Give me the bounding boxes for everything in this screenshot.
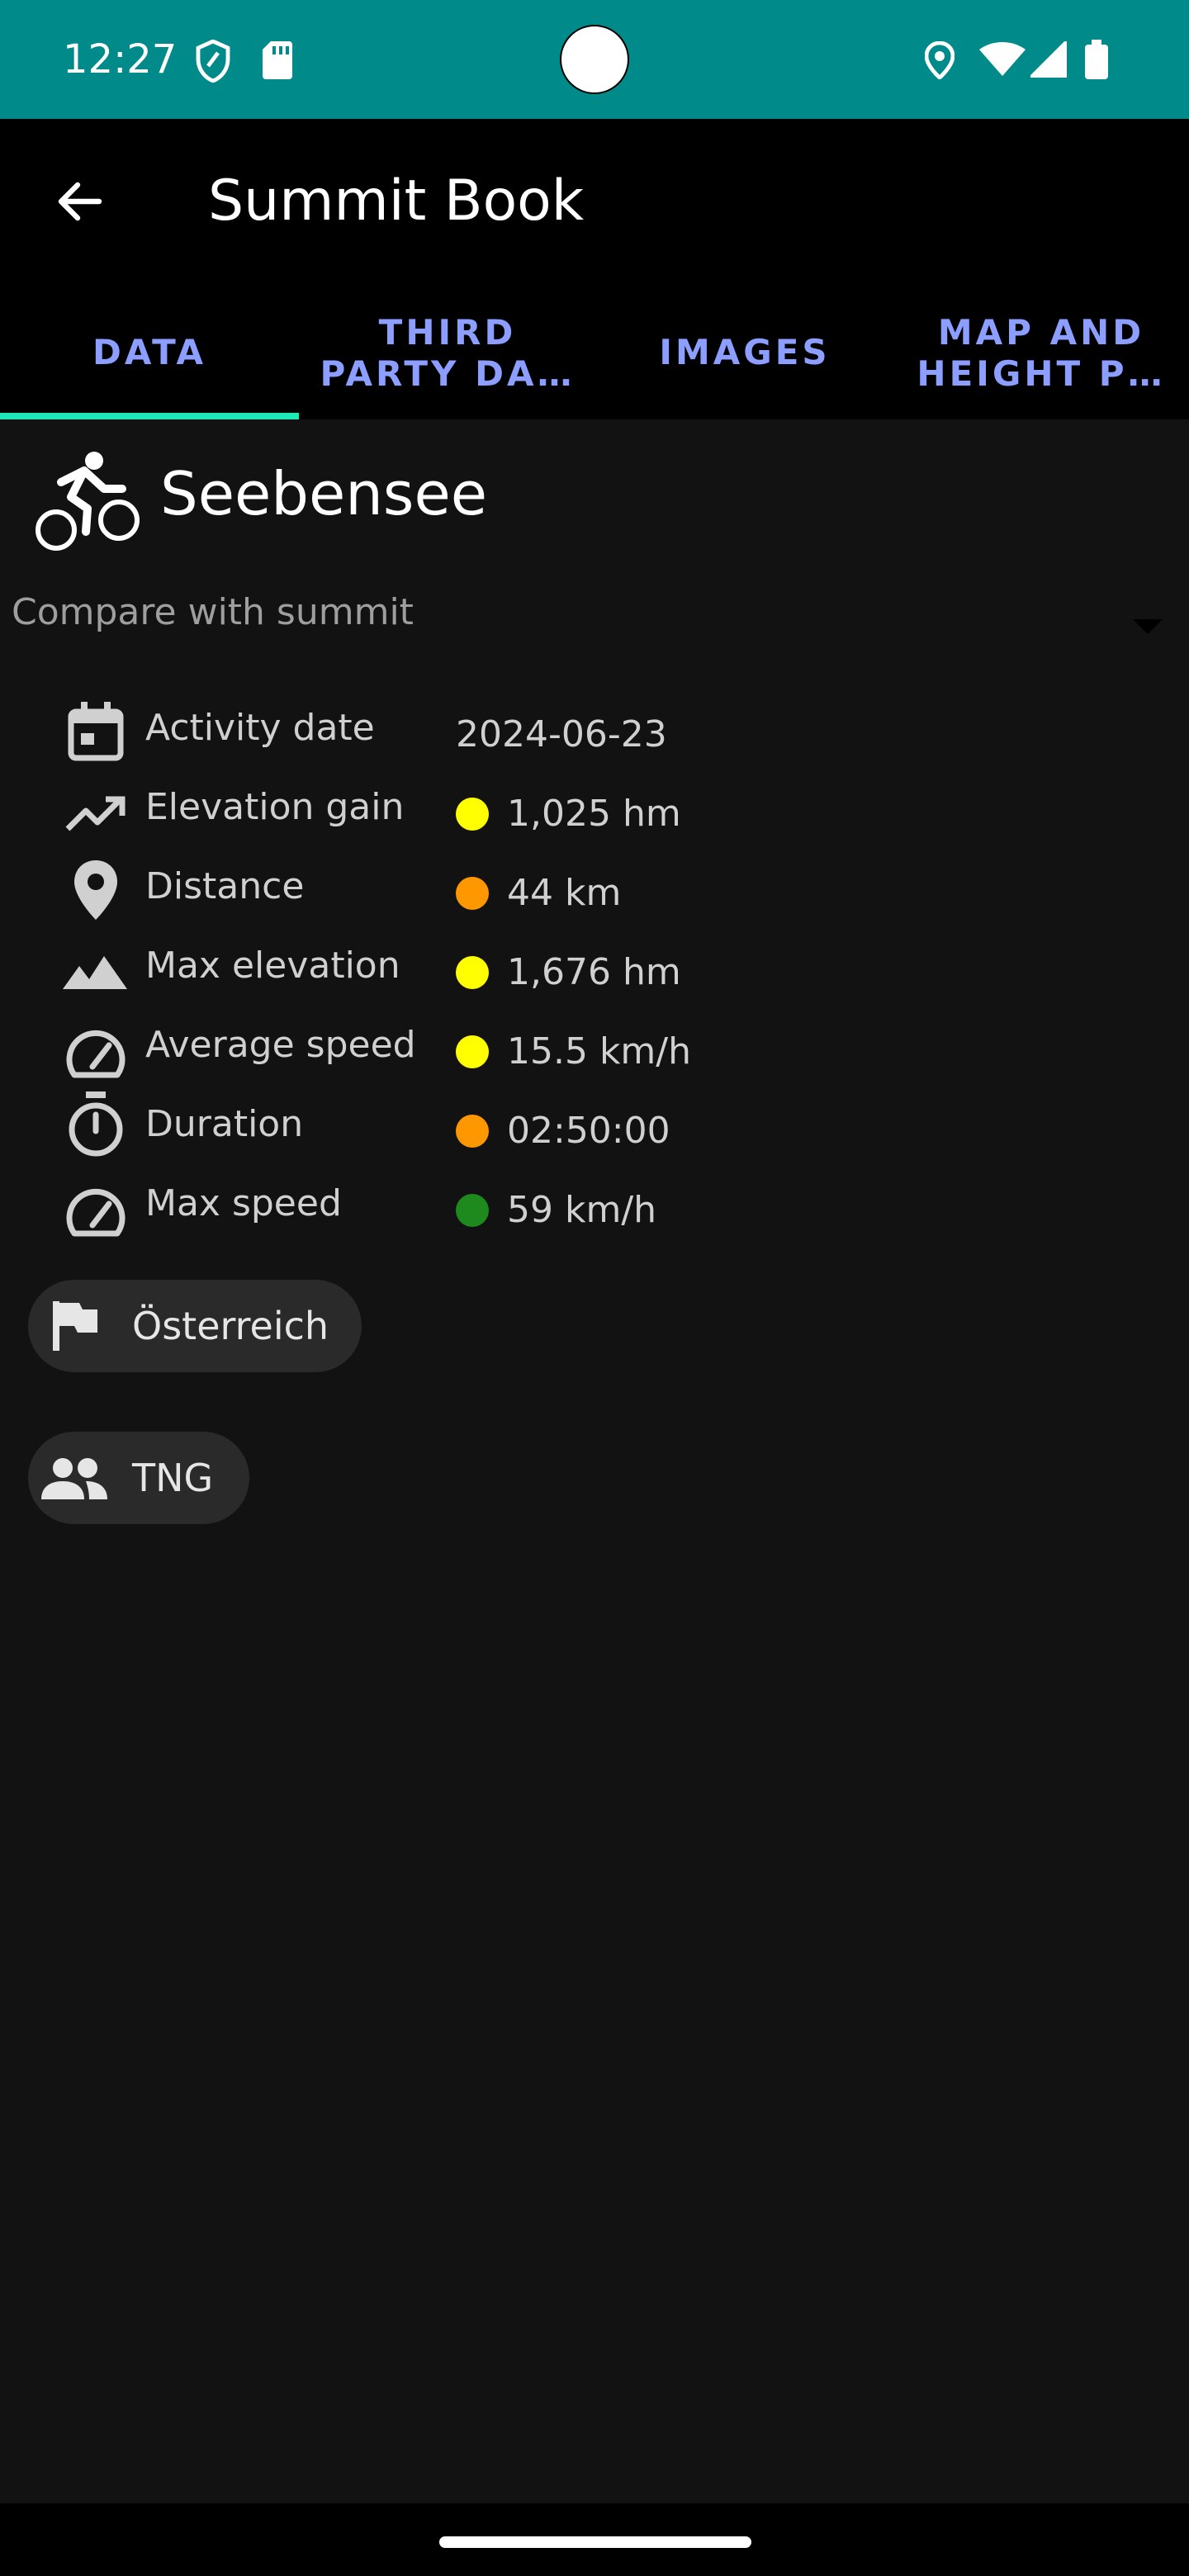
status-dot xyxy=(456,956,489,989)
detail-value-max-elevation: 1,676 hm xyxy=(507,951,681,993)
flag-icon xyxy=(53,1301,99,1351)
status-dot xyxy=(456,1194,489,1227)
sd-card-icon xyxy=(263,41,292,79)
people-icon xyxy=(41,1456,107,1499)
status-dot xyxy=(456,1115,489,1148)
compare-with-summit-dropdown[interactable]: Compare with summit xyxy=(12,588,414,637)
detail-label-distance: Distance xyxy=(145,865,305,907)
detail-value-distance: 44 km xyxy=(507,872,622,914)
detail-label-max-elevation: Max elevation xyxy=(145,945,400,987)
home-indicator[interactable] xyxy=(439,2536,751,2548)
detail-label-activity-date: Activity date xyxy=(145,707,375,749)
detail-label-average-speed: Average speed xyxy=(145,1024,416,1066)
tab-third-party-line2: PARTY DA… xyxy=(320,353,576,394)
location-pin-icon xyxy=(73,859,119,921)
tab-indicator xyxy=(0,413,299,419)
tab-data[interactable]: DATA xyxy=(0,332,299,373)
tab-images-label: IMAGES xyxy=(659,332,831,372)
status-time: 12:27 xyxy=(63,36,178,83)
detail-label-duration: Duration xyxy=(145,1103,304,1145)
shield-icon xyxy=(195,40,231,83)
speedometer-icon xyxy=(64,1181,127,1243)
detail-value-average-speed: 15.5 km/h xyxy=(507,1030,692,1073)
tab-map-line1: MAP AND xyxy=(937,312,1145,353)
tab-third-party-data[interactable]: THIRD PARTY DA… xyxy=(299,312,596,395)
detail-value-elevation-gain: 1,025 hm xyxy=(507,793,681,835)
page-title: Summit Book xyxy=(208,168,585,234)
arrow-back-icon[interactable] xyxy=(54,177,104,226)
country-chip-label: Österreich xyxy=(132,1304,329,1348)
stopwatch-icon xyxy=(66,1091,126,1158)
wifi-icon xyxy=(979,41,1026,78)
trending-up-icon xyxy=(64,789,127,836)
speedometer-icon xyxy=(64,1022,127,1085)
tab-data-label: DATA xyxy=(92,332,206,372)
detail-value-activity-date: 2024-06-23 xyxy=(456,713,667,755)
activity-name: Seebensee xyxy=(160,459,488,528)
detail-value-duration: 02:50:00 xyxy=(507,1110,670,1152)
tab-map-line2: HEIGHT P… xyxy=(917,353,1166,394)
status-dot xyxy=(456,877,489,910)
battery-icon xyxy=(1085,40,1108,79)
tab-images[interactable]: IMAGES xyxy=(596,332,893,373)
bike-icon xyxy=(33,446,140,553)
camera-cutout xyxy=(560,25,629,94)
detail-value-max-speed: 59 km/h xyxy=(507,1189,657,1231)
location-icon xyxy=(925,41,955,79)
status-dot xyxy=(456,1035,489,1068)
mountain-icon xyxy=(63,949,127,989)
status-dot xyxy=(456,798,489,831)
chevron-down-icon[interactable] xyxy=(1133,619,1163,634)
tab-third-party-line1: THIRD xyxy=(378,312,517,353)
detail-label-max-speed: Max speed xyxy=(145,1182,342,1224)
tab-map-height-profile[interactable]: MAP AND HEIGHT P… xyxy=(893,312,1189,395)
calendar-icon xyxy=(64,700,127,763)
signal-icon xyxy=(1030,41,1067,78)
detail-label-elevation-gain: Elevation gain xyxy=(145,786,405,828)
participants-chip-label: TNG xyxy=(132,1456,214,1500)
